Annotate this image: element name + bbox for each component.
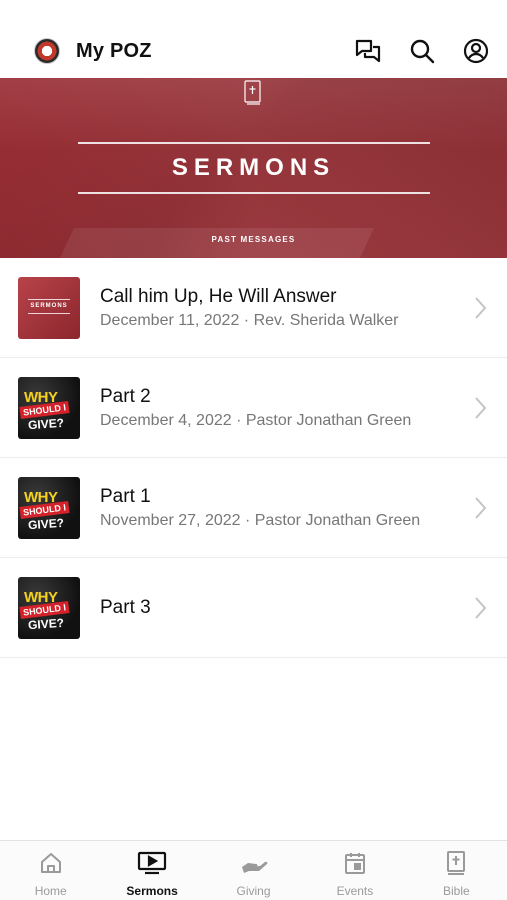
sermon-list: SERMONS Call him Up, He Will Answer Dece… xyxy=(0,258,507,658)
banner-subtitle: PAST MESSAGES xyxy=(211,235,296,244)
home-icon xyxy=(39,851,63,880)
church-logo[interactable] xyxy=(34,38,60,64)
sermon-text: Part 1 November 27, 2022 · Pastor Jonath… xyxy=(100,486,487,530)
sermon-row[interactable]: WHY SHOULD I GIVE? Part 2 December 4, 20… xyxy=(0,358,507,458)
tab-bible[interactable]: Bible xyxy=(406,841,507,900)
app-title: My POZ xyxy=(76,39,152,62)
search-icon[interactable] xyxy=(409,38,435,64)
tab-giving[interactable]: Giving xyxy=(203,841,304,900)
sermon-meta: November 27, 2022 · Pastor Jonathan Gree… xyxy=(100,511,421,529)
status-bar xyxy=(0,0,507,24)
sermon-row[interactable]: WHY SHOULD I GIVE? Part 3 xyxy=(0,558,507,658)
bible-icon xyxy=(445,851,467,880)
sermon-thumbnail: WHY SHOULD I GIVE? xyxy=(18,576,80,639)
thumb-give: GIVE? xyxy=(27,415,65,432)
header-actions xyxy=(355,38,489,64)
banner-rule-bottom xyxy=(78,192,430,194)
sermons-banner: SERMONS PAST MESSAGES xyxy=(0,78,507,258)
sermon-text: Part 2 December 4, 2022 · Pastor Jonatha… xyxy=(100,386,487,430)
chevron-right-icon xyxy=(473,296,487,325)
thumb-give: GIVE? xyxy=(27,515,65,532)
thumb-rule xyxy=(28,312,70,314)
app-header: My POZ xyxy=(0,24,507,78)
sermon-text: Part 3 xyxy=(100,597,487,619)
sermon-title: Part 3 xyxy=(100,596,151,618)
calendar-icon xyxy=(343,851,367,880)
banner-title: SERMONS xyxy=(171,154,336,181)
sermon-thumbnail: WHY SHOULD I GIVE? xyxy=(18,476,80,539)
sermon-text: Call him Up, He Will Answer December 11,… xyxy=(100,286,487,330)
tab-label: Sermons xyxy=(126,884,178,898)
tab-home[interactable]: Home xyxy=(0,841,101,900)
account-icon[interactable] xyxy=(463,38,489,64)
thumb-label: SERMONS xyxy=(30,302,68,309)
sermon-row[interactable]: WHY SHOULD I GIVE? Part 1 November 27, 2… xyxy=(0,458,507,558)
tab-events[interactable]: Events xyxy=(304,841,405,900)
tab-label: Giving xyxy=(236,884,271,898)
sermon-title: Call him Up, He Will Answer xyxy=(100,285,337,307)
chevron-right-icon xyxy=(473,396,487,425)
sermon-thumbnail: SERMONS xyxy=(18,276,80,339)
bible-icon xyxy=(243,80,263,111)
giving-hand-icon xyxy=(240,851,268,880)
tv-play-icon xyxy=(137,851,167,880)
thumb-give: GIVE? xyxy=(27,615,65,632)
chevron-right-icon xyxy=(473,496,487,525)
tab-label: Home xyxy=(34,884,67,898)
chat-icon[interactable] xyxy=(355,38,381,64)
tab-bar: Home Sermons Giving Events Bible xyxy=(0,840,507,900)
sermon-meta: December 4, 2022 · Pastor Jonathan Green xyxy=(100,411,412,429)
tab-label: Bible xyxy=(442,884,470,898)
sermon-title: Part 2 xyxy=(100,385,151,407)
sermon-meta: December 11, 2022 · Rev. Sherida Walker xyxy=(100,311,399,329)
chevron-right-icon xyxy=(473,596,487,625)
sermon-row[interactable]: SERMONS Call him Up, He Will Answer Dece… xyxy=(0,258,507,358)
banner-rule-top xyxy=(78,142,430,144)
tab-sermons[interactable]: Sermons xyxy=(101,841,202,900)
tab-label: Events xyxy=(336,884,374,898)
sermon-thumbnail: WHY SHOULD I GIVE? xyxy=(18,376,80,439)
sermon-title: Part 1 xyxy=(100,485,151,507)
thumb-rule xyxy=(28,298,70,300)
